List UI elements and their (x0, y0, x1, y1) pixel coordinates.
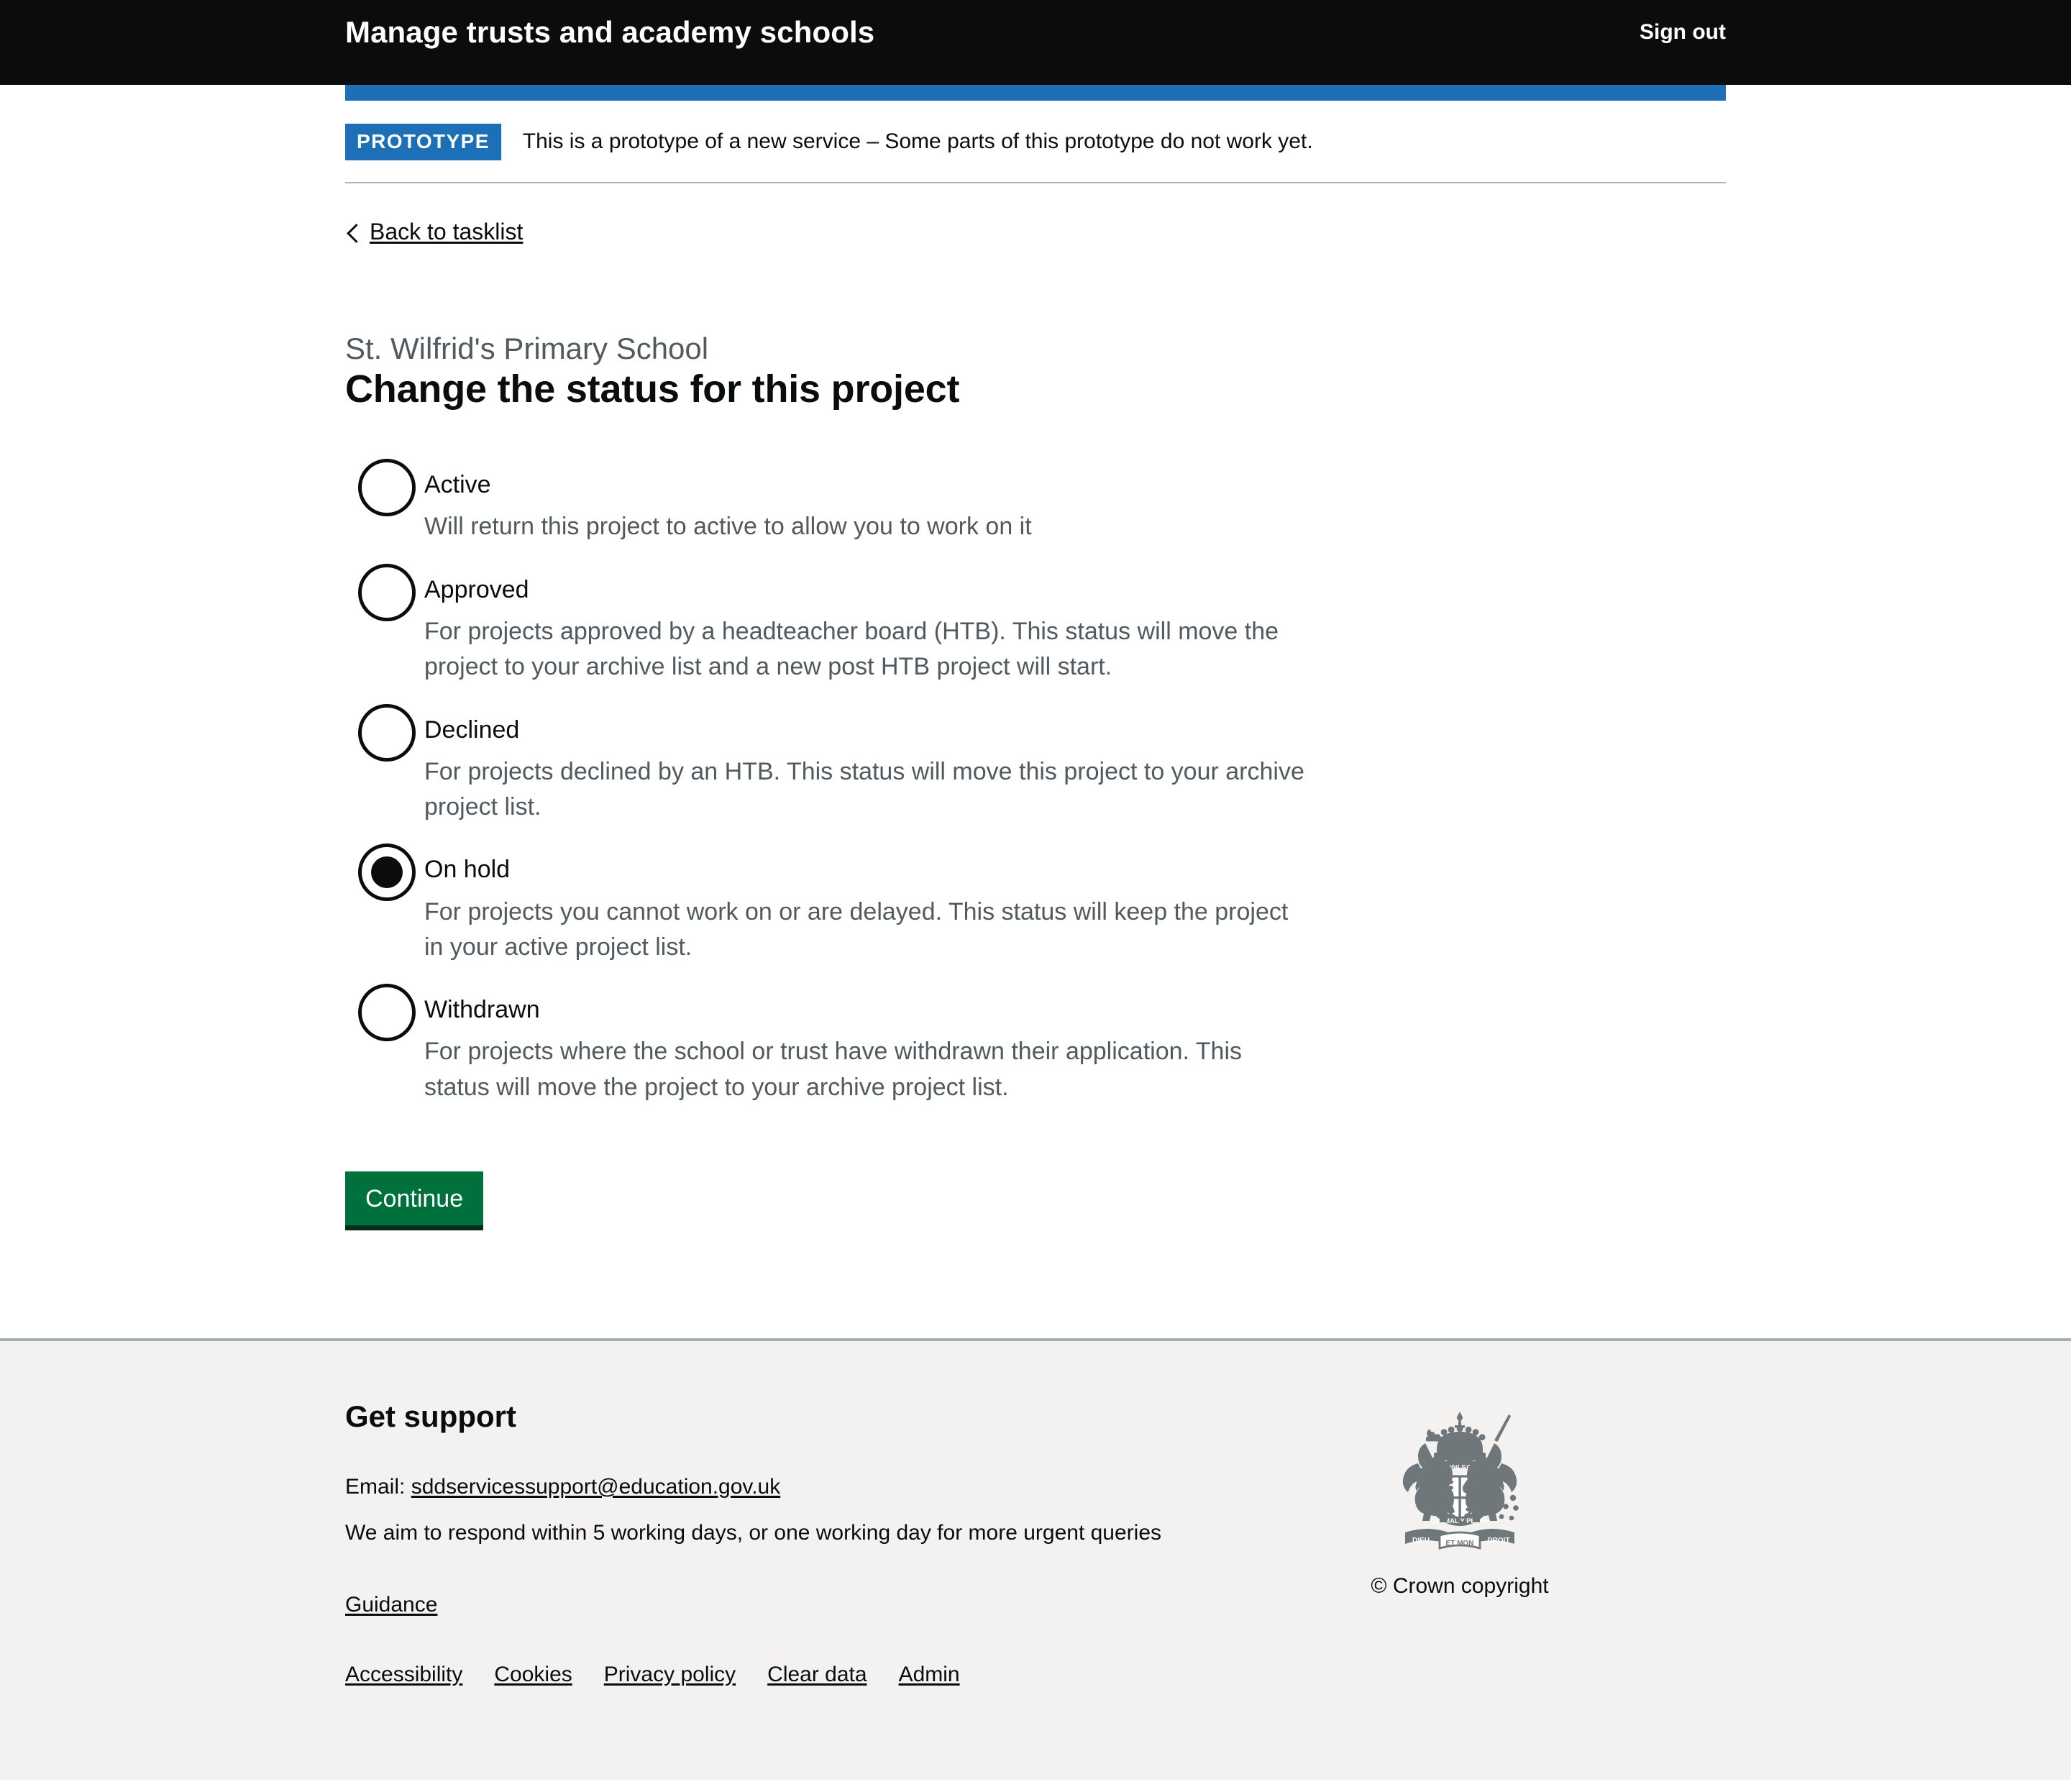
continue-button[interactable]: Continue (345, 1171, 484, 1230)
radio-option-approved[interactable]: Approved For projects approved by a head… (345, 562, 1726, 685)
radio-circle-icon[interactable] (358, 984, 416, 1042)
guidance-link[interactable]: Guidance (345, 1593, 437, 1617)
svg-text:DIEU: DIEU (1412, 1537, 1430, 1545)
phase-banner-text: This is a prototype of a new service – S… (522, 129, 1313, 154)
phase-tag: PROTOTYPE (345, 124, 501, 160)
radio-label: Active (424, 471, 491, 499)
brand-accent-bar-row (345, 85, 1726, 101)
radio-label: On hold (424, 856, 511, 884)
footer-link-cookies[interactable]: Cookies (494, 1663, 572, 1687)
footer-link-privacy-policy[interactable]: Privacy policy (604, 1663, 736, 1687)
chevron-left-icon (345, 224, 360, 239)
radio-circle-icon[interactable] (358, 703, 416, 762)
radio-hint: For projects where the school or trust h… (424, 1038, 1243, 1101)
radio-hint: Will return this project to active to al… (424, 513, 1032, 541)
footer-link-admin[interactable]: Admin (899, 1663, 960, 1687)
footer-link-clear-data[interactable]: Clear data (767, 1663, 867, 1687)
main-content: St. Wilfrid's Primary School Change the … (345, 246, 1726, 1338)
status-radio-group: Active Will return this project to activ… (345, 457, 1726, 1105)
crown-copyright-label: © Crown copyright (1371, 1573, 1549, 1598)
radio-label: Declined (424, 716, 520, 744)
phase-banner: PROTOTYPE This is a prototype of a new s… (345, 101, 1726, 183)
radio-circle-icon-selected[interactable] (358, 844, 416, 902)
sign-out-link[interactable]: Sign out (1640, 20, 1726, 45)
radio-option-declined[interactable]: Declined For projects declined by an HTB… (345, 703, 1726, 826)
footer-email-prefix: Email: (345, 1475, 406, 1499)
site-footer: Get support Email: sddservicessupport@ed… (0, 1338, 2071, 1780)
support-email-link[interactable]: sddservicessupport@education.gov.uk (411, 1475, 781, 1499)
page-caption: St. Wilfrid's Primary School (345, 331, 709, 365)
radio-option-active[interactable]: Active Will return this project to activ… (345, 457, 1726, 544)
radio-hint: For projects approved by a headteacher b… (424, 617, 1279, 681)
radio-option-on-hold[interactable]: On hold For projects you cannot work on … (345, 842, 1726, 965)
footer-link-accessibility[interactable]: Accessibility (345, 1663, 462, 1687)
page-title: Change the status for this project (345, 367, 960, 411)
footer-nav: Accessibility Cookies Privacy policy Cle… (345, 1663, 1726, 1687)
back-link-label: Back to tasklist (370, 219, 524, 245)
radio-label: Withdrawn (424, 996, 540, 1024)
back-to-tasklist-link[interactable]: Back to tasklist (345, 219, 523, 245)
radio-hint: For projects declined by an HTB. This st… (424, 757, 1304, 821)
brand-accent-bar (345, 85, 1726, 101)
svg-text:QUI MAL Y PENSE: QUI MAL Y PENSE (1431, 1517, 1489, 1524)
crown-copyright-block: HONI SOIT QUI MAL Y PENSE DIEU ET MON DR… (1352, 1406, 1568, 1599)
svg-text:DROIT: DROIT (1487, 1537, 1509, 1545)
site-header: Manage trusts and academy schools Sign o… (0, 0, 2071, 85)
radio-circle-icon[interactable] (358, 563, 416, 621)
radio-hint: For projects you cannot work on or are d… (424, 897, 1289, 961)
radio-option-withdrawn[interactable]: Withdrawn For projects where the school … (345, 982, 1726, 1105)
radio-circle-icon[interactable] (358, 459, 416, 517)
service-name: Manage trusts and academy schools (345, 15, 875, 49)
royal-coat-of-arms-icon: HONI SOIT QUI MAL Y PENSE DIEU ET MON DR… (1402, 1411, 1519, 1550)
radio-label: Approved (424, 575, 529, 603)
svg-text:ET MON: ET MON (1446, 1540, 1474, 1548)
